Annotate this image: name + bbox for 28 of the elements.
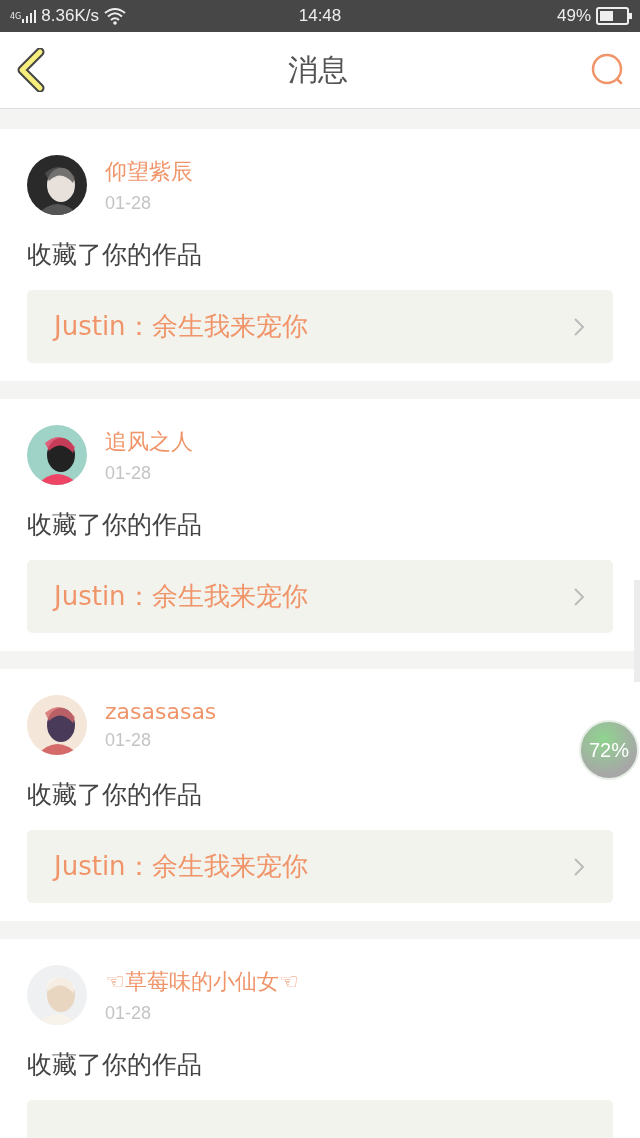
user-name[interactable]: zasasasas bbox=[105, 699, 217, 724]
user-name[interactable]: 仰望紫辰 bbox=[105, 156, 193, 187]
battery-icon bbox=[596, 7, 632, 25]
work-link[interactable]: Justin：余生我来宠你 bbox=[27, 290, 613, 363]
user-name[interactable]: ☜草莓味的小仙女☜ bbox=[105, 966, 299, 997]
network-type: 4G bbox=[10, 12, 22, 21]
message-date: 01-28 bbox=[105, 730, 153, 751]
message-text: 收藏了你的作品 bbox=[27, 239, 203, 271]
clock: 14:48 bbox=[298, 6, 342, 26]
chevron-icon bbox=[573, 586, 585, 607]
message-text: 收藏了你的作品 bbox=[27, 1049, 203, 1081]
message-text: 收藏了你的作品 bbox=[27, 509, 203, 541]
page-title: 消息 bbox=[288, 50, 348, 89]
work-link[interactable]: Justin：余生我来宠你 bbox=[27, 830, 613, 903]
chevron-icon bbox=[573, 316, 585, 337]
user-name[interactable]: 追风之人 bbox=[105, 426, 193, 457]
back-button[interactable] bbox=[16, 48, 46, 92]
message-date: 01-28 bbox=[105, 192, 153, 214]
wifi-icon bbox=[103, 7, 126, 25]
network-speed: 8.36K/s bbox=[41, 6, 99, 26]
message-date: 01-28 bbox=[105, 1002, 153, 1024]
battery-percent: 49% bbox=[556, 6, 591, 26]
chevron-icon bbox=[573, 856, 585, 877]
message-date: 01-28 bbox=[105, 462, 153, 484]
signal-icon bbox=[22, 9, 37, 23]
message-text: 收藏了你的作品 bbox=[27, 779, 203, 811]
back-icon bbox=[16, 48, 46, 92]
work-link[interactable]: Justin：余生我来宠你 bbox=[27, 560, 613, 633]
